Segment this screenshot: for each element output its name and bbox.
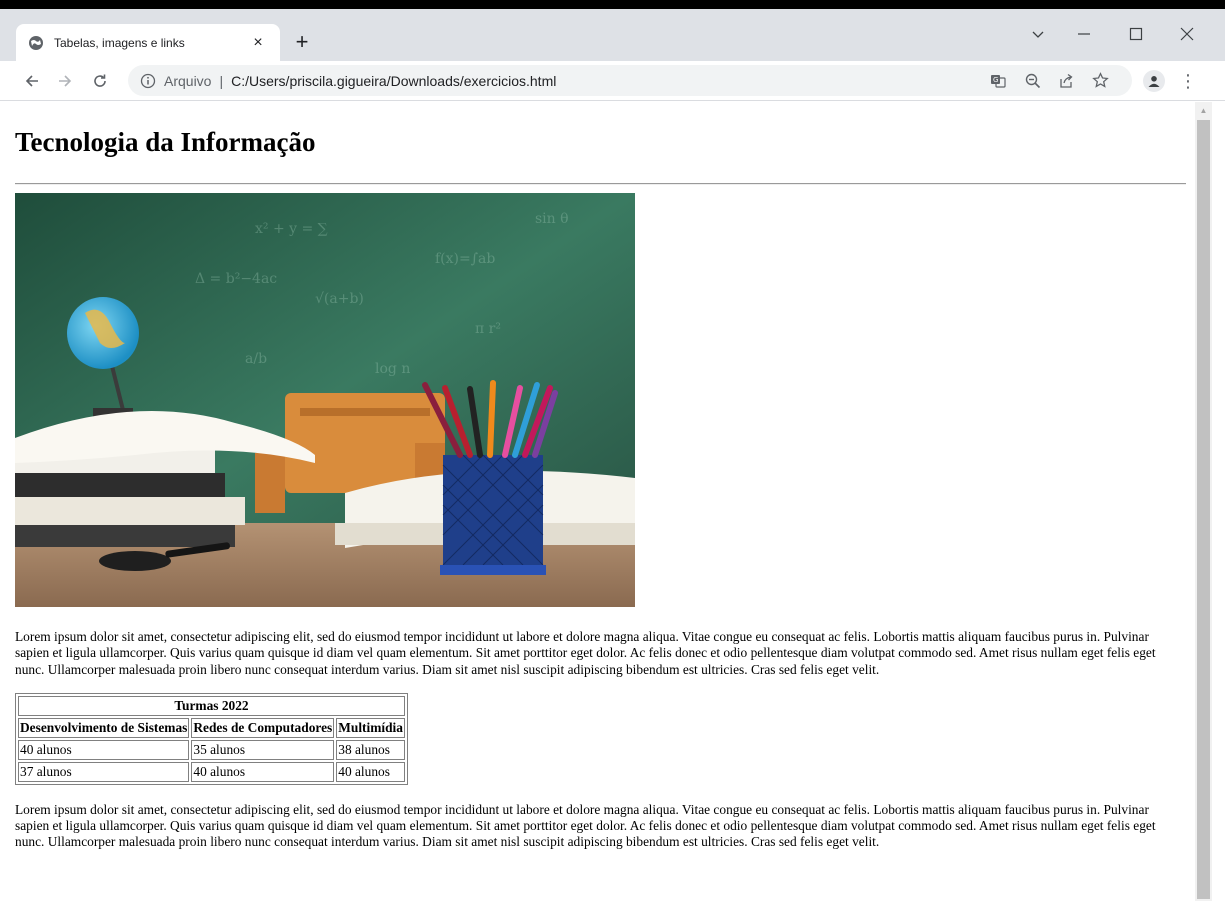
table-cell: 38 alunos [336, 739, 405, 760]
paragraph-2: Lorem ipsum dolor sit amet, consectetur … [15, 801, 1156, 850]
scroll-up-arrow-icon[interactable]: ▲ [1195, 102, 1212, 119]
svg-text:Δ = b²−4ac: Δ = b²−4ac [195, 271, 277, 287]
svg-text:f(x)=∫ab: f(x)=∫ab [435, 251, 495, 267]
page-content: Tecnologia da Informação x² + y = ∑ f(x)… [0, 127, 1195, 851]
tab-active[interactable]: Tabelas, imagens e links × [16, 24, 280, 61]
close-tab-icon[interactable]: × [248, 34, 268, 52]
zoom-out-icon[interactable] [1021, 65, 1045, 96]
info-icon[interactable] [140, 73, 156, 89]
share-icon[interactable] [1054, 65, 1078, 96]
close-window-icon[interactable] [1167, 27, 1207, 46]
table-row: 40 alunos 35 alunos 38 alunos [18, 739, 405, 760]
reload-button[interactable] [88, 69, 112, 93]
window-right-edge [1212, 102, 1225, 901]
paragraph-1: Lorem ipsum dolor sit amet, consectetur … [15, 629, 1156, 677]
new-tab-button[interactable]: + [290, 31, 314, 55]
turmas-table: Turmas 2022 Desenvolvimento de Sistemas … [15, 692, 408, 785]
svg-text:G: G [993, 76, 998, 84]
svg-text:√(a+b): √(a+b) [315, 291, 364, 307]
back-arrow-icon [25, 75, 38, 87]
svg-text:π r²: π r² [475, 321, 501, 337]
table-row: 37 alunos 40 alunos 40 alunos [18, 761, 405, 782]
tab-search-icon[interactable] [1018, 27, 1058, 46]
vertical-scrollbar[interactable]: ▲ [1195, 102, 1212, 901]
table-header-row: Desenvolvimento de Sistemas Redes de Com… [18, 717, 405, 738]
forward-button[interactable] [53, 69, 77, 93]
address-scheme-label: Arquivo [164, 72, 212, 89]
profile-avatar-icon[interactable] [1143, 70, 1165, 92]
address-bar[interactable]: Arquivo | C:/Users/priscila.gigueira/Dow… [128, 65, 1132, 96]
address-separator: | [219, 72, 224, 89]
table-cell: 37 alunos [18, 761, 190, 782]
browser-window: Tabelas, imagens e links × + Arquivo | C… [0, 0, 1225, 901]
svg-text:a/b: a/b [245, 351, 267, 367]
hero-image: x² + y = ∑ f(x)=∫ab √(a+b) π r² Δ = b²−4ac… [15, 193, 635, 607]
bookmark-star-icon[interactable] [1088, 65, 1112, 96]
reload-icon [94, 74, 106, 87]
window-top-edge [0, 0, 1225, 9]
tab-strip: Tabelas, imagens e links × + [0, 9, 1225, 61]
page-viewport: Tecnologia da Informação x² + y = ∑ f(x)… [0, 102, 1195, 901]
table-cell: 40 alunos [336, 761, 405, 782]
minimize-icon[interactable] [1064, 27, 1104, 46]
table-header-cell: Redes de Computadores [191, 717, 335, 738]
heading-divider [15, 183, 1186, 185]
table-caption: Turmas 2022 [18, 695, 405, 716]
tab-title: Tabelas, imagens e links [54, 35, 185, 50]
address-url[interactable]: C:/Users/priscila.gigueira/Downloads/exe… [231, 73, 556, 89]
table-header-cell: Desenvolvimento de Sistemas [18, 717, 190, 738]
scrollbar-thumb[interactable] [1197, 120, 1210, 899]
svg-text:log n: log n [375, 361, 410, 377]
globe-icon [29, 35, 43, 50]
svg-text:sin θ: sin θ [535, 211, 569, 227]
table-cell: 35 alunos [191, 739, 335, 760]
svg-text:x² + y = ∑: x² + y = ∑ [255, 221, 328, 237]
forward-arrow-icon [59, 75, 72, 87]
table-cell: 40 alunos [18, 739, 190, 760]
translate-icon[interactable]: G [986, 65, 1010, 96]
back-button[interactable] [20, 69, 44, 93]
table-cell: 40 alunos [191, 761, 335, 782]
browser-toolbar: Arquivo | C:/Users/priscila.gigueira/Dow… [0, 61, 1225, 101]
browser-menu-icon[interactable]: ⋮ [1178, 69, 1198, 93]
table-header-cell: Multimídia [336, 717, 405, 738]
maximize-icon[interactable] [1116, 27, 1156, 46]
page-heading: Tecnologia da Informação [15, 127, 316, 157]
